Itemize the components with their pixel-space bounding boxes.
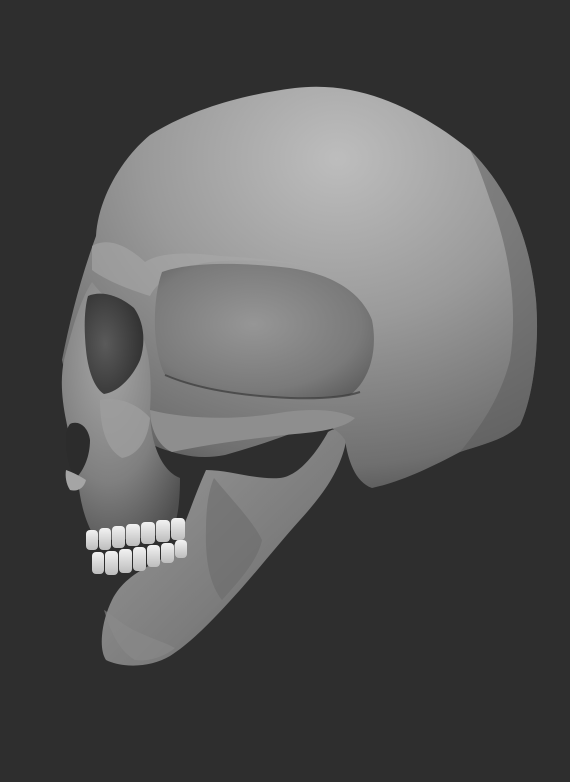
render-viewport [0, 0, 570, 782]
skull-render [61, 86, 538, 666]
